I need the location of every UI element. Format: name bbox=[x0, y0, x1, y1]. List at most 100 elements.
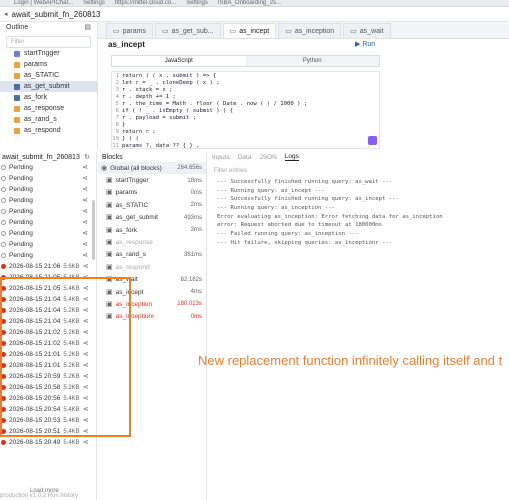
code-line: 6 if ( ! _ . isEmpty ( submit ) ) { bbox=[112, 107, 379, 114]
share-icon[interactable]: ⋖ bbox=[83, 439, 89, 446]
outline-item[interactable]: as_fork bbox=[0, 92, 97, 103]
block-label: as_response bbox=[115, 239, 153, 247]
log-tab[interactable]: Logs bbox=[284, 153, 299, 161]
log-tab[interactable]: JSON bbox=[259, 154, 276, 161]
run-row[interactable]: Pending ⋖ bbox=[0, 162, 96, 173]
run-button[interactable]: ▶ Run bbox=[355, 40, 375, 48]
back-icon[interactable]: ◂ bbox=[4, 11, 8, 18]
block-icon: ▣ bbox=[106, 177, 113, 185]
share-icon[interactable]: ⋖ bbox=[82, 197, 88, 204]
collapse-icon[interactable]: ▤ bbox=[84, 24, 91, 31]
block-label: Global (all blocks) bbox=[110, 164, 162, 172]
block-icon: ▣ bbox=[106, 226, 113, 234]
block-row[interactable]: ▣ as_get_submit 493ms bbox=[98, 212, 206, 224]
browser-tab[interactable]: Settings bbox=[186, 0, 208, 6]
editor-tab[interactable]: ▭ as_get_sub... bbox=[154, 23, 221, 38]
block-icon bbox=[14, 72, 20, 79]
run-row[interactable]: Pending ⋖ bbox=[0, 239, 96, 250]
run-row[interactable]: Pending ⋖ bbox=[0, 217, 96, 228]
block-row[interactable]: ▣ as_STATIC 2ms bbox=[98, 199, 206, 211]
run-row[interactable]: Pending ⋖ bbox=[0, 250, 96, 261]
assistant-icon[interactable] bbox=[368, 136, 377, 145]
code-text: if ( ! _ . isEmpty ( submit ) ) { bbox=[122, 107, 234, 114]
block-row[interactable]: ▣ startTrigger 18ms bbox=[98, 174, 206, 186]
block-row[interactable]: ▣ as_fork 3ms bbox=[98, 224, 206, 236]
pending-status-icon bbox=[1, 220, 6, 225]
pending-status-icon bbox=[1, 209, 6, 214]
run-row[interactable]: Pending ⋖ bbox=[0, 173, 96, 184]
share-icon[interactable]: ⋖ bbox=[82, 186, 88, 193]
outline-item[interactable]: as_get_submit bbox=[0, 81, 97, 92]
outline-item[interactable]: as_respond bbox=[0, 125, 97, 136]
block-icon bbox=[14, 83, 20, 90]
outline-item[interactable]: as_response bbox=[0, 103, 97, 114]
code-text: return r ; bbox=[122, 128, 156, 135]
editor-tab[interactable]: ▭ as_incept bbox=[222, 23, 277, 38]
tab-python[interactable]: Python bbox=[245, 56, 379, 66]
share-icon[interactable]: ⋖ bbox=[82, 219, 88, 226]
logs-filter-input[interactable]: Filter entries bbox=[214, 168, 507, 178]
editor-tab-label: as_get_sub... bbox=[171, 27, 214, 35]
block-row[interactable]: ◉ Global (all blocks) 264.656s bbox=[98, 162, 206, 175]
browser-tab[interactable]: Settings bbox=[83, 0, 105, 6]
code-text: r . the_time = Math . floor ( Date . now… bbox=[122, 100, 308, 107]
editor-tab-label: as_wait bbox=[359, 27, 384, 35]
outline-sidebar: Outline ▤ Filter startTrigger params as_ST… bbox=[0, 22, 98, 150]
file-icon: ▭ bbox=[285, 27, 292, 35]
log-line: --- Running query: as_incept --- bbox=[217, 187, 325, 194]
outline-item-label: startTrigger bbox=[24, 50, 60, 57]
runs-scrollbar[interactable] bbox=[92, 200, 95, 260]
block-icon: ◉ bbox=[101, 164, 108, 172]
block-label: startTrigger bbox=[115, 177, 149, 185]
logs-tabs: Inputs Data JSON Logs bbox=[208, 152, 509, 162]
block-icon: ▣ bbox=[106, 201, 113, 209]
file-icon: ▭ bbox=[350, 27, 357, 35]
share-icon[interactable]: ⋖ bbox=[82, 230, 88, 237]
share-icon[interactable]: ⋖ bbox=[82, 208, 88, 215]
outline-filter-input[interactable]: Filter bbox=[6, 36, 91, 48]
outline-item[interactable]: as_STATIC bbox=[0, 70, 97, 81]
log-tab[interactable]: Data bbox=[238, 154, 252, 161]
outline-item[interactable]: params bbox=[0, 59, 97, 70]
outline-item[interactable]: as_rand_s bbox=[0, 114, 97, 125]
share-icon[interactable]: ⋖ bbox=[82, 164, 88, 171]
runs-title: await_submit_fn_260813 bbox=[2, 153, 80, 161]
editor-tab[interactable]: ▭ as_wait bbox=[343, 23, 391, 38]
run-row[interactable]: 2026-08-15 21:06 5.6KB ⋖ bbox=[0, 261, 96, 272]
share-icon[interactable]: ⋖ bbox=[83, 263, 89, 270]
block-label: as_rand_s bbox=[115, 251, 146, 259]
share-icon[interactable]: ⋖ bbox=[82, 252, 88, 259]
outline-item[interactable]: startTrigger bbox=[0, 48, 97, 59]
code-line: 10} ) ( bbox=[112, 135, 379, 142]
refresh-icon[interactable]: ↻ bbox=[84, 154, 90, 161]
run-row[interactable]: Pending ⋖ bbox=[0, 184, 96, 195]
block-label: as_respond bbox=[115, 263, 150, 271]
code-editor[interactable]: 1 return ( ( x , submit ) => {2 let r = _… bbox=[111, 71, 380, 149]
log-line: --- Running query: as_inception --- bbox=[217, 205, 335, 212]
share-icon[interactable]: ⋖ bbox=[82, 175, 88, 182]
block-row[interactable]: ▣ as_response bbox=[98, 236, 206, 248]
editor-tab[interactable]: ▭ params bbox=[106, 23, 153, 38]
editor-tab[interactable]: ▭ as_inception bbox=[278, 23, 342, 38]
tab-javascript[interactable]: JavaScript bbox=[112, 56, 246, 66]
code-line: 9 return r ; bbox=[112, 128, 379, 135]
error-status-icon bbox=[1, 440, 6, 445]
block-icon: ▣ bbox=[106, 214, 113, 222]
file-icon: ▭ bbox=[113, 27, 120, 35]
run-row[interactable]: Pending ⋖ bbox=[0, 195, 96, 206]
browser-tab[interactable]: https://mittel.cloud.co... bbox=[115, 0, 176, 6]
run-status: Pending bbox=[9, 219, 33, 226]
run-status: Pending bbox=[9, 164, 33, 171]
run-row[interactable]: 2026-08-15 20:49 5.4KB ⋖ bbox=[0, 437, 96, 448]
block-row[interactable]: ▣ as_respond bbox=[98, 261, 206, 273]
block-row[interactable]: ▣ params 0ms bbox=[98, 187, 206, 199]
language-tabs: JavaScript Python bbox=[111, 55, 380, 67]
run-row[interactable]: Pending ⋖ bbox=[0, 228, 96, 239]
run-row[interactable]: Pending ⋖ bbox=[0, 206, 96, 217]
browser-tab[interactable]: Login | WebAPIChat... bbox=[14, 0, 73, 6]
share-icon[interactable]: ⋖ bbox=[82, 241, 88, 248]
log-line: Error evaluating as_inception: Error fet… bbox=[217, 213, 443, 220]
log-tab[interactable]: Inputs bbox=[212, 154, 230, 161]
block-row[interactable]: ▣ as_rand_s 361ms bbox=[98, 249, 206, 261]
browser-tab[interactable]: ISBA_Onboarding_2s... bbox=[218, 0, 281, 6]
